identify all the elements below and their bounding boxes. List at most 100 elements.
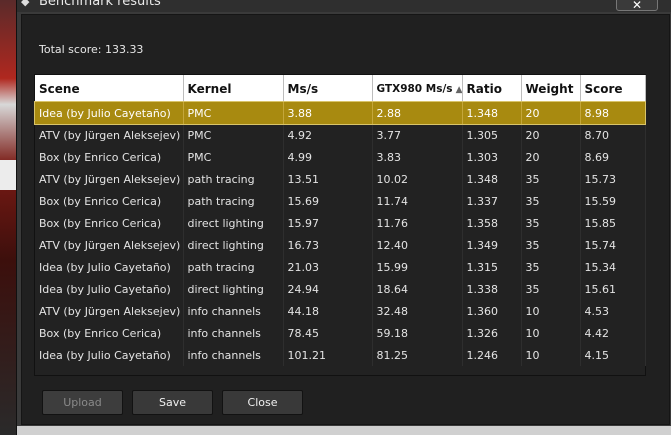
cell-ms-s: 4.99 <box>283 146 373 168</box>
cell-scene: ATV (by Jürgen Aleksejev) <box>35 168 184 190</box>
cell-gtx980: 81.25 <box>372 344 463 366</box>
column-header-ms-s[interactable]: Ms/s <box>283 75 373 102</box>
window-close-button[interactable]: ✕ <box>616 0 658 12</box>
cell-ratio: 1.360 <box>462 300 522 322</box>
cell-score: 8.98 <box>580 102 646 124</box>
cell-gtx980: 3.77 <box>372 124 463 146</box>
close-button[interactable]: Close <box>222 390 303 415</box>
cell-weight: 20 <box>521 124 581 146</box>
cell-score: 15.74 <box>580 234 646 256</box>
table-row[interactable]: Box (by Enrico Cerica) info channels 78.45… <box>35 322 646 344</box>
bottom-edge <box>17 426 671 435</box>
cell-scene: Box (by Enrico Cerica) <box>35 322 184 344</box>
upload-button[interactable]: Upload <box>42 390 123 415</box>
cell-score: 8.70 <box>580 124 646 146</box>
cell-kernel: direct lighting <box>183 234 284 256</box>
cell-weight: 35 <box>521 256 581 278</box>
cell-scene: ATV (by Jürgen Aleksejev) <box>35 300 184 322</box>
dialog-content: Total score: 133.33 Scene Kernel Ms/s GT… <box>21 14 670 425</box>
cell-ms-s: 15.69 <box>283 190 373 212</box>
cell-score: 15.85 <box>580 212 646 234</box>
cell-gtx980: 32.48 <box>372 300 463 322</box>
cell-ms-s: 4.92 <box>283 124 373 146</box>
cell-weight: 10 <box>521 322 581 344</box>
cell-scene: Box (by Enrico Cerica) <box>35 190 184 212</box>
cell-ms-s: 78.45 <box>283 322 373 344</box>
table-row[interactable]: ATV (by Jürgen Aleksejev) path tracing 13.… <box>35 168 646 190</box>
cell-scene: Box (by Enrico Cerica) <box>35 146 184 168</box>
cell-gtx980: 2.88 <box>372 102 463 124</box>
cell-scene: Idea (by Julio Cayetaño) <box>35 256 184 278</box>
table-row[interactable]: ATV (by Jürgen Aleksejev) direct lighting… <box>35 234 646 256</box>
cell-kernel: path tracing <box>183 190 284 212</box>
cell-weight: 35 <box>521 278 581 300</box>
table-row[interactable]: ATV (by Jürgen Aleksejev) PMC 4.92 3.77 1.30… <box>35 124 646 146</box>
sort-ascending-icon: ▲ <box>455 84 462 95</box>
cell-ms-s: 16.73 <box>283 234 373 256</box>
table-row[interactable]: Idea (by Julio Cayetaño) direct lighting 2… <box>35 278 646 300</box>
cell-kernel: direct lighting <box>183 278 284 300</box>
table-row[interactable]: ATV (by Jürgen Aleksejev) info channels 44… <box>35 300 646 322</box>
total-score: Total score: 133.33 <box>39 43 144 56</box>
table-row[interactable]: Idea (by Julio Cayetaño) PMC 3.88 2.88 1.348… <box>34 101 646 125</box>
cell-gtx980: 18.64 <box>372 278 463 300</box>
cell-kernel: info channels <box>183 322 284 344</box>
app-icon: ◆ <box>21 0 30 8</box>
cell-gtx980: 12.40 <box>372 234 463 256</box>
cell-ratio: 1.358 <box>462 212 522 234</box>
cell-score: 15.34 <box>580 256 646 278</box>
cell-weight: 10 <box>521 300 581 322</box>
cell-score: 4.15 <box>580 344 646 366</box>
column-header-ratio[interactable]: Ratio <box>462 75 522 102</box>
cell-kernel: path tracing <box>183 256 284 278</box>
window-title: Benchmark results <box>39 0 161 9</box>
cell-score: 15.73 <box>580 168 646 190</box>
cell-kernel: info channels <box>183 300 284 322</box>
benchmark-results-dialog: ◆ Benchmark results ✕ Total score: 133.3… <box>16 0 671 435</box>
table-row[interactable]: Idea (by Julio Cayetaño) path tracing 21.0… <box>35 256 646 278</box>
column-header-gtx980-label: GTX980 Ms/s <box>376 82 453 95</box>
cell-ratio: 1.315 <box>462 256 522 278</box>
cell-score: 4.42 <box>580 322 646 344</box>
background-app-edge <box>0 0 16 435</box>
cell-ratio: 1.303 <box>462 146 522 168</box>
cell-weight: 35 <box>521 212 581 234</box>
cell-gtx980: 10.02 <box>372 168 463 190</box>
cell-weight: 35 <box>521 234 581 256</box>
cell-kernel: direct lighting <box>183 212 284 234</box>
column-header-gtx980[interactable]: GTX980 Ms/s ▲ <box>372 75 463 102</box>
cell-ms-s: 21.03 <box>283 256 373 278</box>
cell-ms-s: 101.21 <box>283 344 373 366</box>
title-bar[interactable]: ◆ Benchmark results ✕ <box>17 0 671 12</box>
cell-kernel: path tracing <box>183 168 284 190</box>
cell-ratio: 1.348 <box>462 168 522 190</box>
cell-gtx980: 15.99 <box>372 256 463 278</box>
cell-score: 4.53 <box>580 300 646 322</box>
cell-scene: ATV (by Jürgen Aleksejev) <box>35 124 184 146</box>
cell-score: 15.61 <box>580 278 646 300</box>
table-row[interactable]: Box (by Enrico Cerica) direct lighting 15.… <box>35 212 646 234</box>
column-header-weight[interactable]: Weight <box>521 75 581 102</box>
table-row[interactable]: Box (by Enrico Cerica) PMC 4.99 3.83 1.303 20… <box>35 146 646 168</box>
cell-gtx980: 11.74 <box>372 190 463 212</box>
cell-ms-s: 44.18 <box>283 300 373 322</box>
cell-ratio: 1.246 <box>462 344 522 366</box>
cell-kernel: info channels <box>183 344 284 366</box>
save-button[interactable]: Save <box>132 390 213 415</box>
cell-ratio: 1.349 <box>462 234 522 256</box>
table-row[interactable]: Box (by Enrico Cerica) path tracing 15.69 1… <box>35 190 646 212</box>
table-row[interactable]: Idea (by Julio Cayetaño) info channels 101… <box>35 344 646 366</box>
cell-ms-s: 24.94 <box>283 278 373 300</box>
cell-ratio: 1.338 <box>462 278 522 300</box>
cell-weight: 35 <box>521 190 581 212</box>
cell-ms-s: 15.97 <box>283 212 373 234</box>
column-header-kernel[interactable]: Kernel <box>183 75 284 102</box>
cell-score: 15.59 <box>580 190 646 212</box>
cell-ratio: 1.305 <box>462 124 522 146</box>
cell-kernel: PMC <box>183 102 284 124</box>
cell-kernel: PMC <box>183 124 284 146</box>
cell-scene: ATV (by Jürgen Aleksejev) <box>35 234 184 256</box>
column-header-score[interactable]: Score <box>580 75 646 102</box>
cell-ratio: 1.326 <box>462 322 522 344</box>
column-header-scene[interactable]: Scene <box>35 75 184 102</box>
